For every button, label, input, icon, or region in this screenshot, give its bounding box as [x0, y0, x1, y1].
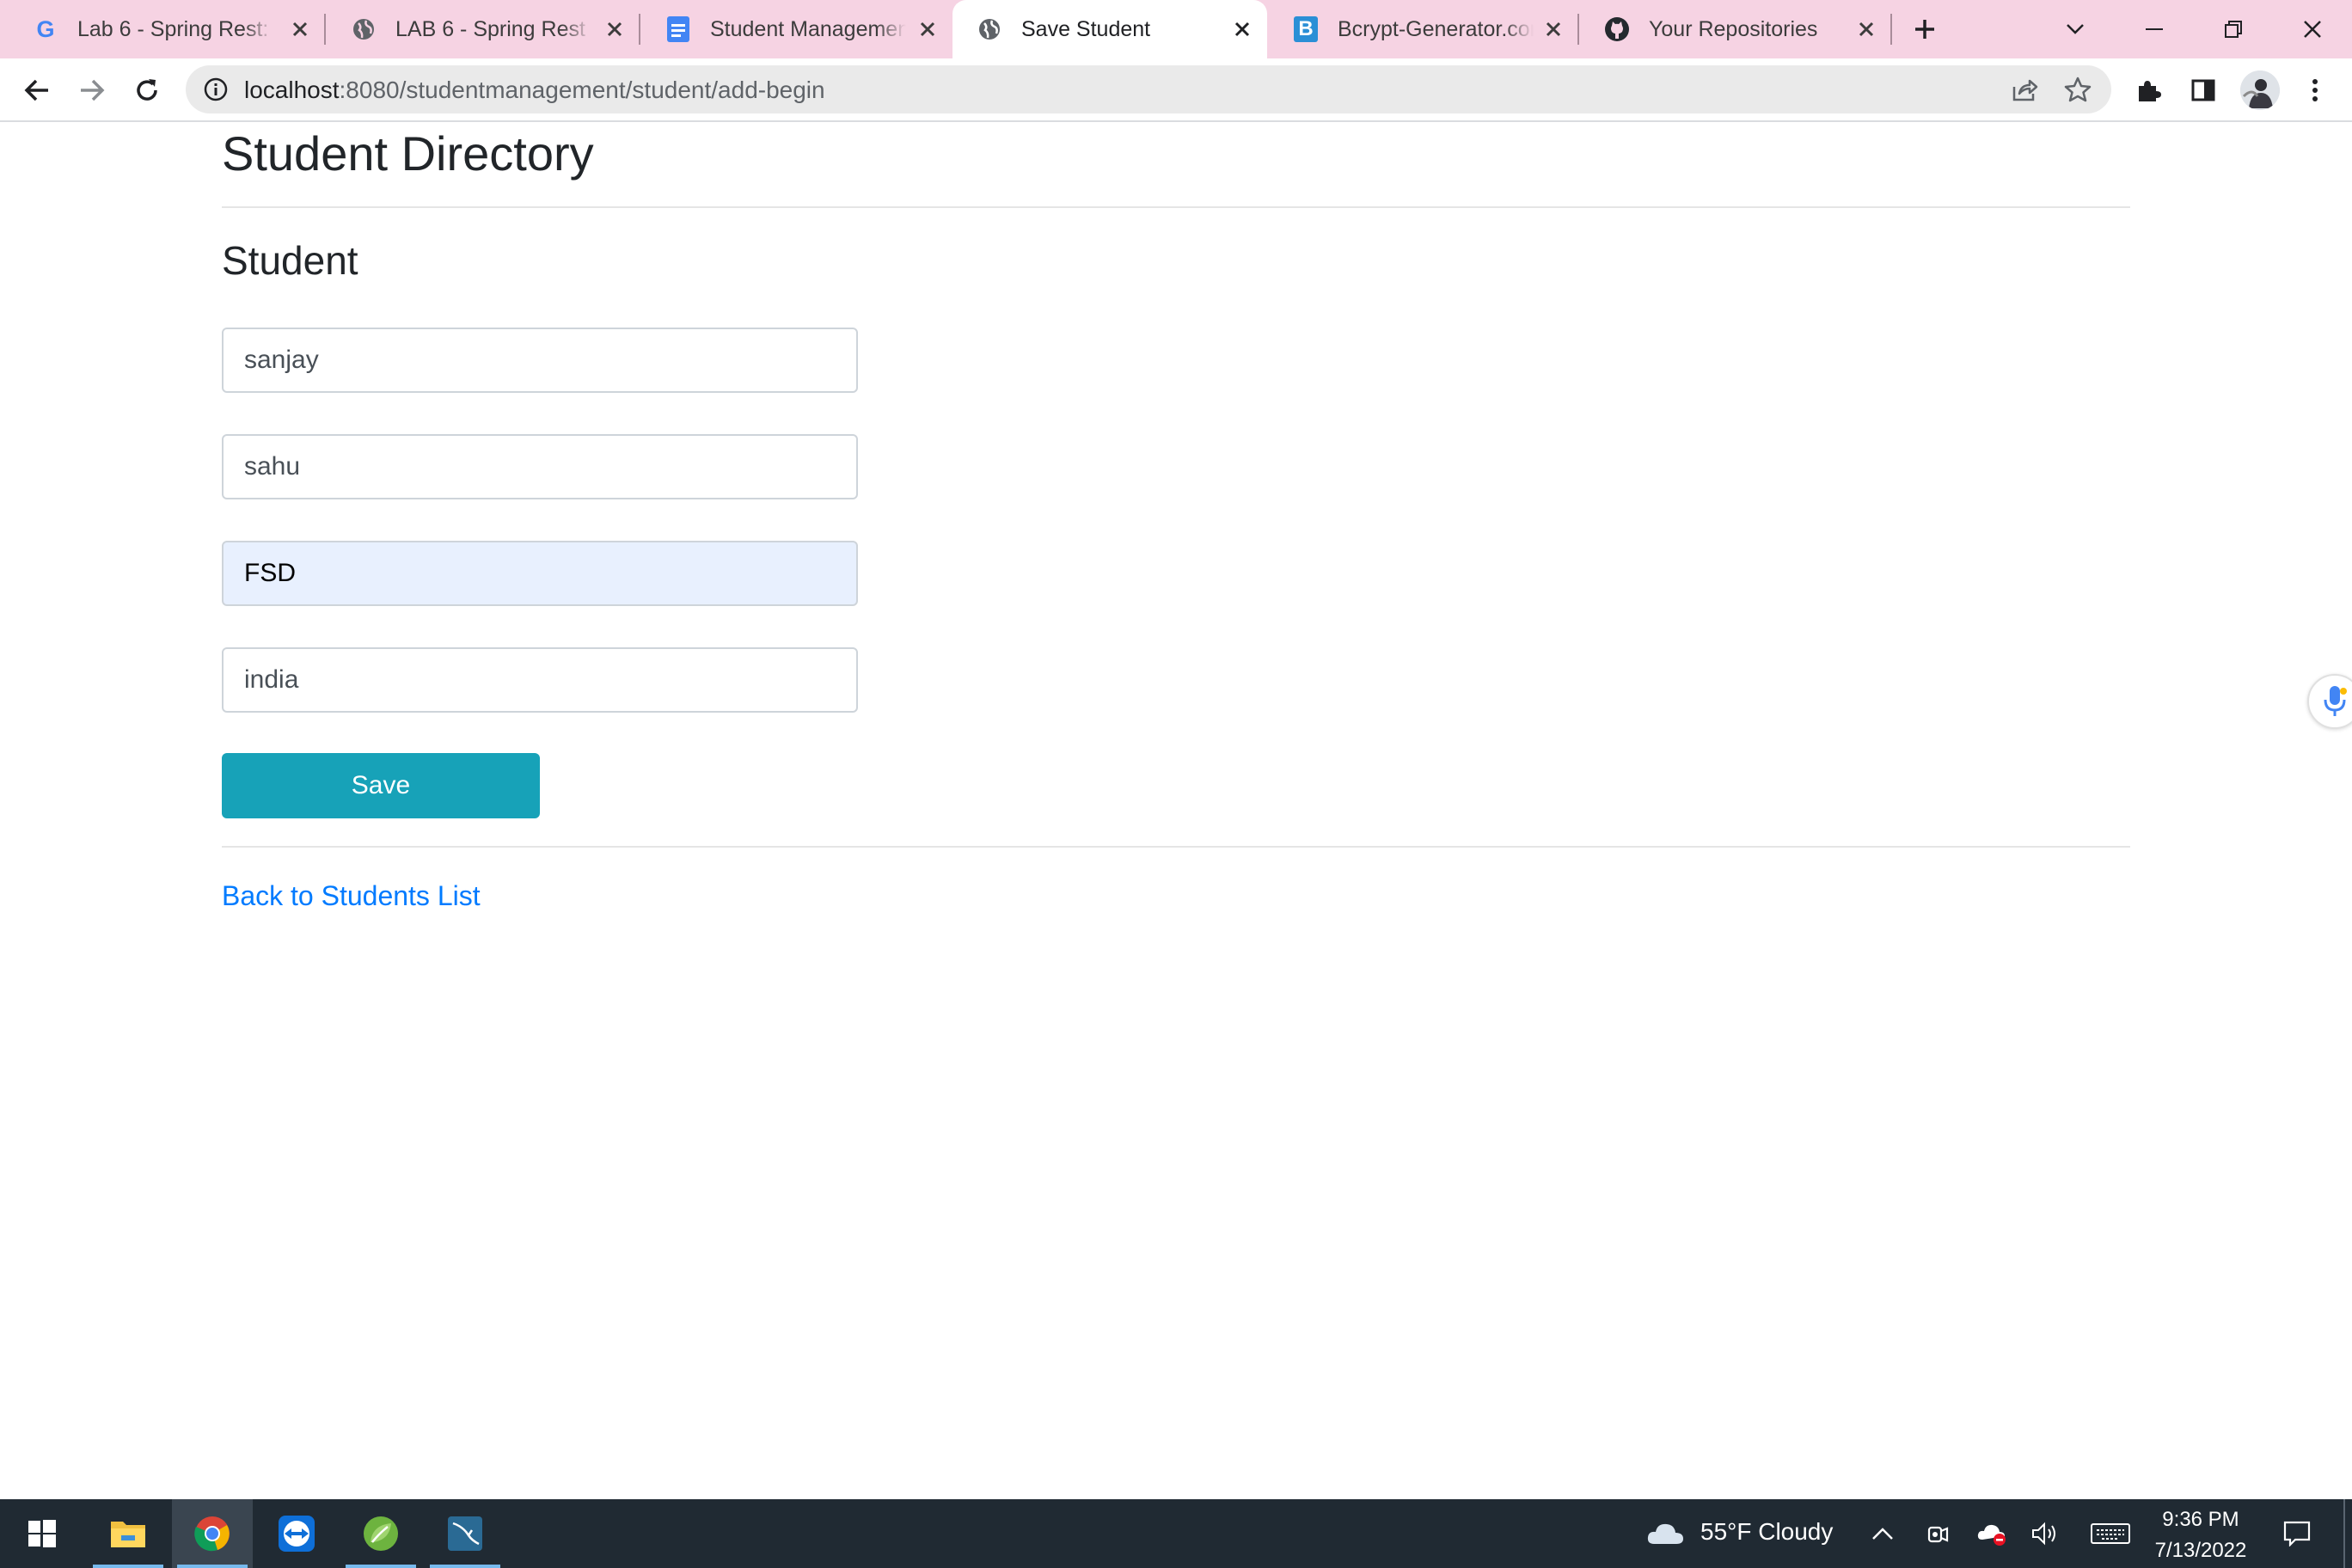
running-indicator [430, 1565, 500, 1568]
forward-arrow-icon[interactable] [74, 72, 110, 108]
tab-lab6-spring-rest[interactable]: G Lab 6 - Spring Rest: Ba [9, 0, 326, 58]
mysql-workbench-icon[interactable] [425, 1499, 505, 1568]
tab-title: Lab 6 - Spring Rest: Ba [77, 16, 273, 41]
show-desktop-divider[interactable] [2343, 1499, 2345, 1568]
tab-title: Your Repositories [1649, 16, 1818, 41]
tab-lab6-spring-rest-c[interactable]: LAB 6 - Spring Rest - C [327, 0, 640, 58]
url-path: :8080/studentmanagement/student/add-begi… [339, 77, 825, 103]
profile-avatar[interactable] [2240, 70, 2280, 110]
tab-save-student[interactable]: Save Student [952, 0, 1267, 58]
system-clock[interactable]: 9:36 PM 7/13/2022 [2132, 1504, 2269, 1566]
course-input[interactable] [222, 541, 858, 606]
globe-icon [351, 16, 377, 42]
address-bar[interactable]: localhost:8080/studentmanagement/student… [186, 65, 2111, 113]
extensions-puzzle-icon[interactable] [2130, 72, 2166, 108]
tab-bcrypt-generator[interactable]: B Bcrypt-Generator.com [1269, 0, 1579, 58]
meet-now-camera-icon[interactable] [1922, 1518, 1953, 1549]
share-icon[interactable] [2010, 76, 2039, 103]
bookmark-star-icon[interactable] [2063, 75, 2092, 104]
running-indicator [346, 1565, 416, 1568]
reload-icon[interactable] [129, 72, 165, 108]
close-icon[interactable] [1229, 16, 1255, 42]
url-host: localhost [244, 77, 340, 103]
form-heading: Student [222, 238, 358, 283]
last-name-input[interactable] [222, 434, 858, 499]
back-arrow-icon[interactable] [19, 72, 55, 108]
spring-tool-suite-icon[interactable] [340, 1499, 421, 1568]
windows-start-icon[interactable] [2, 1499, 83, 1568]
clock-date: 7/13/2022 [2154, 1539, 2247, 1562]
tab-title: Student Management [710, 16, 906, 41]
clock-time: 9:36 PM [2162, 1508, 2239, 1531]
volume-speaker-icon[interactable] [2030, 1518, 2061, 1549]
docs-icon [665, 16, 691, 42]
notification-center-icon[interactable] [2282, 1518, 2312, 1549]
tab-separator [1577, 14, 1579, 45]
close-icon[interactable] [287, 16, 313, 42]
tab-student-management[interactable]: Student Management [641, 0, 952, 58]
microphone-icon[interactable] [2307, 674, 2352, 729]
file-explorer-icon[interactable] [88, 1499, 168, 1568]
weather-text[interactable]: 55°F Cloudy [1700, 1518, 1833, 1546]
save-button[interactable]: Save [222, 753, 540, 818]
cloudy-weather-icon[interactable] [1645, 1518, 1685, 1549]
site-info-icon[interactable] [203, 77, 229, 102]
globe-icon [977, 16, 1002, 42]
url-text: localhost:8080/studentmanagement/student… [244, 77, 825, 104]
bcrypt-b-icon: B [1293, 16, 1319, 42]
onedrive-paused-icon[interactable] [1977, 1518, 2008, 1549]
running-indicator [93, 1565, 163, 1568]
divider [222, 206, 2130, 208]
close-icon[interactable] [915, 16, 940, 42]
first-name-input[interactable] [222, 328, 858, 393]
tab-title: LAB 6 - Spring Rest - C [395, 16, 591, 41]
close-icon[interactable] [1853, 16, 1879, 42]
side-panel-icon[interactable] [2185, 72, 2221, 108]
tab-separator [1890, 14, 1892, 45]
minimize-icon[interactable] [2132, 7, 2177, 52]
tab-strip: G Lab 6 - Spring Rest: Ba LAB 6 - Spring… [0, 0, 2352, 58]
touch-keyboard-icon[interactable] [2089, 1518, 2132, 1549]
tab-search-chevron-icon[interactable] [2053, 7, 2098, 52]
page-content: Student Directory Student Save Back to S… [0, 122, 2352, 1499]
show-hidden-icons-chevron-icon[interactable] [1867, 1518, 1898, 1549]
chrome-icon[interactable] [172, 1499, 253, 1568]
back-to-students-link[interactable]: Back to Students List [222, 880, 481, 912]
tab-separator [324, 14, 326, 45]
windows-taskbar: 55°F Cloudy 9:36 PM 7/13/2022 [0, 1499, 2352, 1568]
country-input[interactable] [222, 647, 858, 713]
close-window-icon[interactable] [2290, 7, 2335, 52]
tab-title: Bcrypt-Generator.com [1338, 16, 1534, 41]
screen: G Lab 6 - Spring Rest: Ba LAB 6 - Spring… [0, 0, 2352, 1568]
browser-menu-kebab-icon[interactable] [2297, 72, 2333, 108]
tab-your-repositories[interactable]: Your Repositories [1580, 0, 1892, 58]
tab-separator [639, 14, 640, 45]
new-tab-plus-icon[interactable] [1910, 15, 1939, 44]
restore-window-icon[interactable] [2211, 7, 2256, 52]
page-title: Student Directory [222, 126, 594, 181]
teamviewer-icon[interactable] [256, 1499, 337, 1568]
browser-toolbar: localhost:8080/studentmanagement/student… [0, 58, 2352, 122]
running-indicator [177, 1565, 248, 1568]
close-icon[interactable] [602, 16, 628, 42]
divider [222, 846, 2130, 848]
tab-title: Save Student [1021, 16, 1151, 41]
github-icon [1604, 16, 1630, 42]
close-icon[interactable] [1540, 16, 1566, 42]
google-g-icon: G [36, 15, 55, 42]
